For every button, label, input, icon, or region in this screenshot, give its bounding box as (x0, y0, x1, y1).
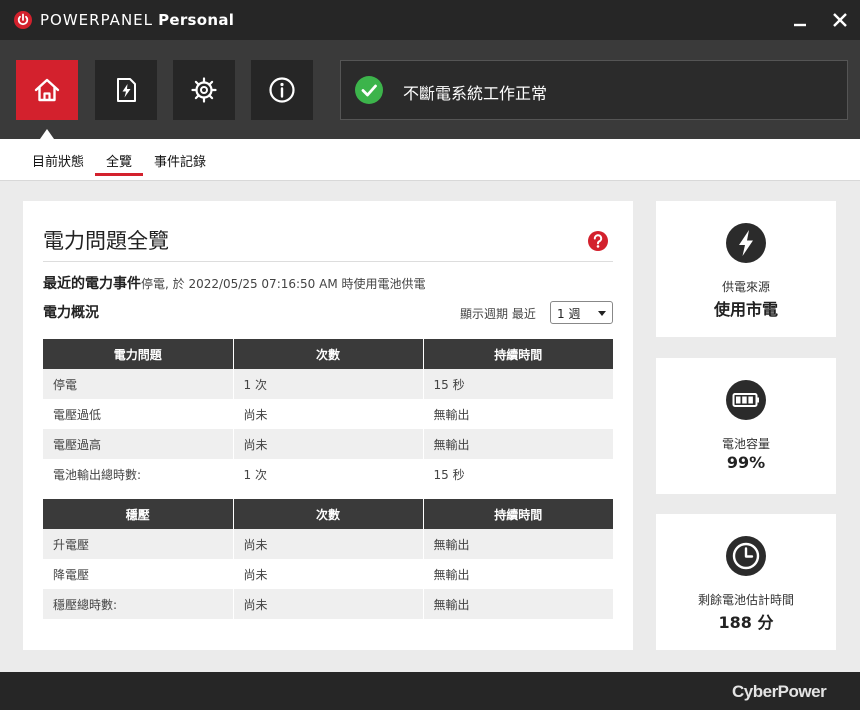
table-cell: 尚未 (233, 529, 424, 559)
table-cell: 尚未 (233, 429, 424, 459)
title-divider (43, 261, 613, 262)
table-row: 升電壓 尚未 無輸出 (43, 529, 613, 559)
app-title-edition: Personal (158, 11, 235, 29)
runtime-panel: 剩餘電池估計時間 188 分 (656, 514, 836, 650)
gear-icon (191, 77, 217, 103)
header-bar: 不斷電系統工作正常 (0, 40, 860, 139)
panel-title: 電力問題全覽 (43, 229, 169, 253)
active-nav-pointer (40, 129, 54, 139)
brand-logo: CyberPower (732, 682, 827, 701)
table-cell: 無輸出 (423, 399, 613, 429)
table-cell: 無輸出 (423, 559, 613, 589)
check-circle-icon (355, 76, 383, 104)
battery-capacity-value: 99% (726, 453, 766, 472)
power-problem-table: 電力問題 次數 持續時間 停電 1 次 15 秒 電壓過低 尚未 無輸出 電壓過… (43, 339, 613, 489)
minimize-icon[interactable] (788, 8, 812, 32)
recent-event-line: 最近的電力事件停電, 於 2022/05/25 07:16:50 AM 時使用電… (43, 273, 426, 293)
chevron-down-icon (598, 311, 606, 316)
table-cell: 尚未 (233, 399, 424, 429)
active-tab-underline (95, 173, 143, 176)
table-row: 穩壓總時數: 尚未 無輸出 (43, 589, 613, 619)
battery-icon (726, 380, 766, 420)
table-row: 停電 1 次 15 秒 (43, 369, 613, 399)
column-header: 電力問題 (43, 339, 234, 369)
table-row: 電壓過高 尚未 無輸出 (43, 429, 613, 459)
table-row: 降電壓 尚未 無輸出 (43, 559, 613, 589)
table-row: 電池輸出總時數: 1 次 15 秒 (43, 459, 613, 489)
title-bar: POWERPANEL Personal (0, 0, 860, 40)
status-text: 不斷電系統工作正常 (403, 84, 548, 103)
column-header: 次數 (233, 339, 424, 369)
nav-home-button[interactable] (16, 60, 78, 120)
info-icon (269, 77, 295, 103)
table-cell: 15 秒 (423, 459, 613, 489)
table-cell: 電壓過高 (43, 429, 234, 459)
tab-event-log[interactable]: 事件記錄 (154, 151, 206, 170)
nav-power-event-button[interactable] (95, 60, 157, 120)
clock-icon (726, 536, 766, 576)
table-cell: 無輸出 (423, 429, 613, 459)
recent-event-label: 最近的電力事件 (43, 276, 141, 292)
battery-capacity-panel: 電池容量 99% (656, 358, 836, 494)
app-title: POWERPANEL Personal (40, 11, 234, 29)
power-overview-panel: 電力問題全覽 最近的電力事件停電, 於 2022/05/25 07:16:50 … (23, 201, 633, 650)
power-logo-icon (14, 11, 32, 29)
sub-tab-bar: 目前狀態 全覽 事件記錄 (0, 139, 860, 181)
battery-capacity-label: 電池容量 (721, 437, 770, 451)
power-source-value: 使用市電 (713, 300, 778, 319)
nav-info-button[interactable] (251, 60, 313, 120)
nav-settings-button[interactable] (173, 60, 235, 120)
table-cell: 無輸出 (423, 529, 613, 559)
table-cell: 15 秒 (423, 369, 613, 399)
tab-overview[interactable]: 全覽 (106, 151, 132, 170)
table-cell: 電壓過低 (43, 399, 234, 429)
column-header: 持續時間 (423, 339, 613, 369)
runtime-value: 188 分 (718, 613, 774, 632)
runtime-label: 剩餘電池估計時間 (697, 593, 794, 607)
lightning-bolt-icon (726, 223, 766, 263)
help-icon[interactable] (587, 230, 609, 252)
table-cell: 停電 (43, 369, 234, 399)
table-cell: 電池輸出總時數: (43, 459, 234, 489)
period-select[interactable]: 1 週 (550, 301, 613, 324)
table-cell: 降電壓 (43, 559, 234, 589)
status-banner: 不斷電系統工作正常 (340, 60, 848, 120)
app-title-power: POWER (40, 11, 101, 29)
period-select-value: 1 週 (557, 307, 581, 321)
close-icon[interactable] (828, 8, 852, 32)
app-title-panel: PANEL (100, 11, 153, 29)
power-event-icon (117, 78, 136, 102)
table-cell: 尚未 (233, 559, 424, 589)
table-header-row: 穩壓 次數 持續時間 (43, 499, 613, 529)
overview-label: 電力概況 (43, 305, 99, 321)
avr-table: 穩壓 次數 持續時間 升電壓 尚未 無輸出 降電壓 尚未 無輸出 穩壓總時數: … (43, 499, 613, 619)
table-cell: 升電壓 (43, 529, 234, 559)
column-header: 穩壓 (43, 499, 234, 529)
table-cell: 穩壓總時數: (43, 589, 234, 619)
table-cell: 無輸出 (423, 589, 613, 619)
table-cell: 1 次 (233, 459, 424, 489)
table-cell: 尚未 (233, 589, 424, 619)
recent-event-value: 停電, 於 2022/05/25 07:16:50 AM 時使用電池供電 (141, 277, 426, 291)
period-label: 顯示週期 最近 (460, 307, 536, 321)
table-header-row: 電力問題 次數 持續時間 (43, 339, 613, 369)
table-cell: 1 次 (233, 369, 424, 399)
table-row: 電壓過低 尚未 無輸出 (43, 399, 613, 429)
power-source-label: 供電來源 (721, 280, 770, 294)
column-header: 次數 (233, 499, 424, 529)
home-icon (34, 78, 60, 102)
footer-bar: CyberPower (0, 672, 860, 710)
power-source-panel: 供電來源 使用市電 (656, 201, 836, 337)
tab-current-status[interactable]: 目前狀態 (32, 151, 84, 170)
column-header: 持續時間 (423, 499, 613, 529)
